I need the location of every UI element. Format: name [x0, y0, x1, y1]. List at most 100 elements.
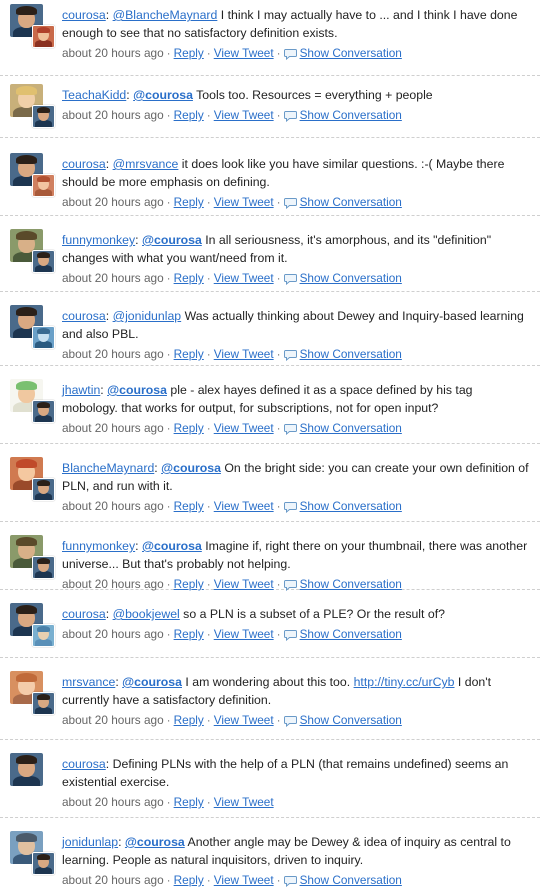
- tweet-message: so a PLN is a subset of a PLE? Or the re…: [179, 607, 445, 621]
- reply-link[interactable]: Reply: [174, 795, 204, 809]
- reply-to-avatar[interactable]: [32, 326, 55, 349]
- reply-link[interactable]: Reply: [174, 627, 204, 641]
- reply-link[interactable]: Reply: [174, 108, 204, 122]
- mention-link[interactable]: @courosa: [122, 675, 182, 689]
- mention-link[interactable]: @courosa: [107, 383, 167, 397]
- reply-link[interactable]: Reply: [174, 271, 204, 285]
- show-conversation[interactable]: Show Conversation: [283, 347, 402, 362]
- mention-link[interactable]: @courosa: [125, 835, 185, 849]
- tweet: mrsvance: @courosa I am wondering about …: [0, 658, 540, 740]
- mention-link[interactable]: @jonidunlap: [113, 309, 182, 323]
- view-tweet-link[interactable]: View Tweet: [214, 108, 274, 122]
- avatar[interactable]: [10, 753, 43, 786]
- username-link[interactable]: TeachaKidd: [62, 88, 126, 102]
- url-link[interactable]: http://tiny.cc/urCyb: [354, 675, 455, 689]
- view-tweet-link[interactable]: View Tweet: [214, 271, 274, 285]
- reply-to-avatar[interactable]: [32, 692, 55, 715]
- tweet-body: courosa: @BlancheMaynard I think I may a…: [62, 6, 530, 61]
- username-link[interactable]: jonidunlap: [62, 835, 118, 849]
- separator-dot: ·: [206, 627, 211, 641]
- avatar-hair: [37, 328, 50, 334]
- avatar-hair: [37, 176, 50, 182]
- username-link[interactable]: courosa: [62, 157, 106, 171]
- tweet-text: courosa: @jonidunlap Was actually thinki…: [62, 307, 530, 343]
- mention-link[interactable]: @courosa: [161, 461, 221, 475]
- view-tweet-link[interactable]: View Tweet: [214, 421, 274, 435]
- separator-dot: ·: [276, 713, 281, 727]
- reply-to-avatar[interactable]: [32, 624, 55, 647]
- show-conversation[interactable]: Show Conversation: [283, 713, 402, 728]
- reply-to-avatar[interactable]: [32, 478, 55, 501]
- view-tweet-link[interactable]: View Tweet: [214, 195, 274, 209]
- username-link[interactable]: courosa: [62, 8, 106, 22]
- show-conversation[interactable]: Show Conversation: [283, 195, 402, 210]
- reply-to-avatar[interactable]: [32, 174, 55, 197]
- show-conversation-link[interactable]: Show Conversation: [300, 46, 402, 60]
- reply-to-avatar[interactable]: [32, 556, 55, 579]
- mention-link[interactable]: @courosa: [133, 88, 193, 102]
- reply-to-avatar[interactable]: [32, 25, 55, 48]
- mention-link[interactable]: @BlancheMaynard: [113, 8, 218, 22]
- separator-dot: ·: [276, 108, 281, 122]
- show-conversation[interactable]: Show Conversation: [283, 873, 402, 888]
- show-conversation[interactable]: Show Conversation: [283, 108, 402, 123]
- reply-link[interactable]: Reply: [174, 713, 204, 727]
- reply-link[interactable]: Reply: [174, 195, 204, 209]
- show-conversation-link[interactable]: Show Conversation: [300, 195, 402, 209]
- show-conversation-link[interactable]: Show Conversation: [300, 627, 402, 641]
- colon: :: [118, 835, 125, 849]
- show-conversation[interactable]: Show Conversation: [283, 499, 402, 514]
- tweet: BlancheMaynard: @courosa On the bright s…: [0, 444, 540, 522]
- view-tweet-link[interactable]: View Tweet: [214, 499, 274, 513]
- view-tweet-link[interactable]: View Tweet: [214, 873, 274, 887]
- view-tweet-link[interactable]: View Tweet: [214, 795, 274, 809]
- username-link[interactable]: funnymonkey: [62, 539, 135, 553]
- reply-link[interactable]: Reply: [174, 873, 204, 887]
- show-conversation-link[interactable]: Show Conversation: [300, 421, 402, 435]
- username-link[interactable]: mrsvance: [62, 675, 115, 689]
- reply-to-avatar[interactable]: [32, 852, 55, 875]
- show-conversation-link[interactable]: Show Conversation: [300, 713, 402, 727]
- view-tweet-link[interactable]: View Tweet: [214, 347, 274, 361]
- username-link[interactable]: jhawtin: [62, 383, 100, 397]
- show-conversation[interactable]: Show Conversation: [283, 46, 402, 61]
- view-tweet-link[interactable]: View Tweet: [214, 713, 274, 727]
- reply-link[interactable]: Reply: [174, 577, 204, 591]
- username-link[interactable]: courosa: [62, 607, 106, 621]
- show-conversation[interactable]: Show Conversation: [283, 421, 402, 436]
- username-link[interactable]: BlancheMaynard: [62, 461, 154, 475]
- reply-link[interactable]: Reply: [174, 46, 204, 60]
- mention-link[interactable]: @mrsvance: [113, 157, 179, 171]
- reply-link[interactable]: Reply: [174, 421, 204, 435]
- reply-to-avatar[interactable]: [32, 400, 55, 423]
- separator-dot: ·: [166, 713, 171, 727]
- view-tweet-link[interactable]: View Tweet: [214, 627, 274, 641]
- show-conversation-link[interactable]: Show Conversation: [300, 108, 402, 122]
- separator-dot: ·: [206, 499, 211, 513]
- tweet-text: courosa: Defining PLNs with the help of …: [62, 755, 530, 791]
- tweet-meta: about 20 hours ago · Reply · View Tweet · Show…: [62, 194, 530, 210]
- mention-link[interactable]: @courosa: [142, 539, 202, 553]
- show-conversation[interactable]: Show Conversation: [283, 271, 402, 286]
- view-tweet-link[interactable]: View Tweet: [214, 577, 274, 591]
- show-conversation-link[interactable]: Show Conversation: [300, 499, 402, 513]
- show-conversation[interactable]: Show Conversation: [283, 627, 402, 642]
- username-link[interactable]: courosa: [62, 757, 106, 771]
- username-link[interactable]: funnymonkey: [62, 233, 135, 247]
- username-link[interactable]: courosa: [62, 309, 106, 323]
- show-conversation[interactable]: Show Conversation: [283, 577, 402, 592]
- timestamp: about 20 hours ago: [62, 499, 164, 513]
- mention-link[interactable]: @bookjewel: [113, 607, 180, 621]
- reply-to-avatar[interactable]: [32, 105, 55, 128]
- separator-dot: ·: [206, 195, 211, 209]
- mention-link[interactable]: @courosa: [142, 233, 202, 247]
- view-tweet-link[interactable]: View Tweet: [214, 46, 274, 60]
- separator-dot: ·: [166, 271, 171, 285]
- show-conversation-link[interactable]: Show Conversation: [300, 577, 402, 591]
- show-conversation-link[interactable]: Show Conversation: [300, 347, 402, 361]
- reply-link[interactable]: Reply: [174, 347, 204, 361]
- show-conversation-link[interactable]: Show Conversation: [300, 873, 402, 887]
- reply-link[interactable]: Reply: [174, 499, 204, 513]
- reply-to-avatar[interactable]: [32, 250, 55, 273]
- show-conversation-link[interactable]: Show Conversation: [300, 271, 402, 285]
